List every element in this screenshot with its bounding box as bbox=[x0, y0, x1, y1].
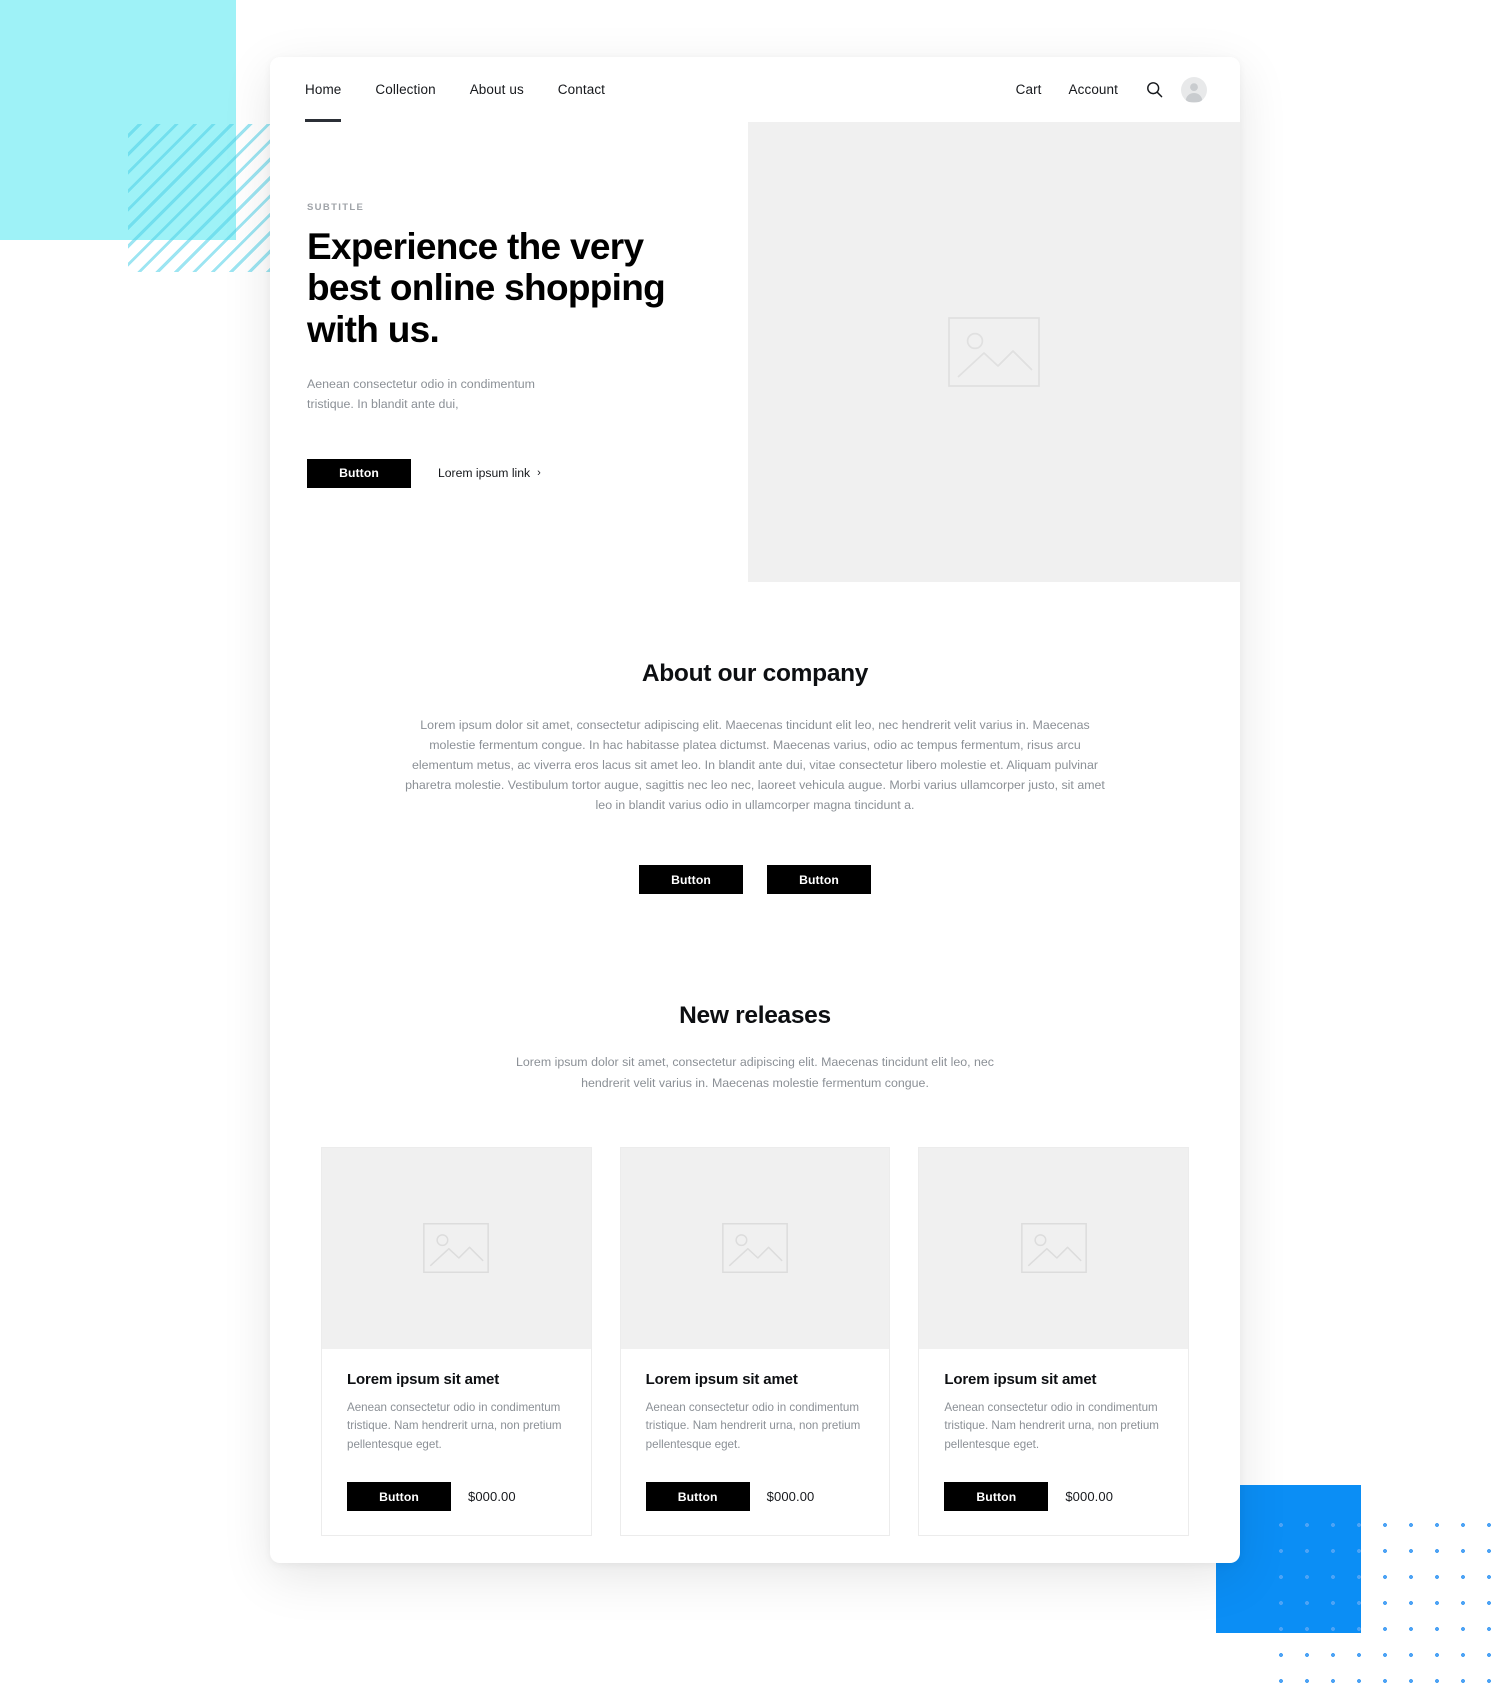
about-actions: Button Button bbox=[270, 865, 1240, 895]
product-body: Lorem ipsum sit amet Aenean consectetur … bbox=[621, 1349, 890, 1536]
nav-link-collection[interactable]: Collection bbox=[358, 57, 452, 122]
hero-subtitle: SUBTITLE bbox=[307, 202, 365, 213]
product-card[interactable]: Lorem ipsum sit amet Aenean consectetur … bbox=[918, 1146, 1190, 1537]
hero-title: Experience the very best online shopping… bbox=[307, 226, 666, 350]
hero-actions: Button Lorem ipsum link › bbox=[307, 458, 748, 488]
account-link[interactable]: Account bbox=[1069, 82, 1118, 97]
product-button[interactable]: Button bbox=[645, 1482, 750, 1512]
search-icon[interactable] bbox=[1146, 81, 1163, 98]
product-description: Aenean consectetur odio in condimentum t… bbox=[645, 1400, 861, 1451]
new-releases-section: New releases Lorem ipsum dolor sit amet,… bbox=[270, 894, 1240, 1537]
product-grid: Lorem ipsum sit amet Aenean consectetur … bbox=[321, 1146, 1190, 1537]
utility-nav: Cart Account bbox=[989, 76, 1207, 103]
about-heading: About our company bbox=[641, 660, 869, 687]
hero-primary-button[interactable]: Button bbox=[307, 458, 411, 488]
product-footer: Button $000.00 bbox=[347, 1482, 566, 1512]
cart-link[interactable]: Cart bbox=[1016, 82, 1042, 97]
hero-content: SUBTITLE Experience the very best online… bbox=[270, 122, 748, 582]
product-title: Lorem ipsum sit amet bbox=[347, 1370, 500, 1388]
product-title: Lorem ipsum sit amet bbox=[645, 1370, 798, 1388]
image-placeholder-icon bbox=[423, 1223, 490, 1274]
about-primary-button[interactable]: Button bbox=[639, 865, 743, 895]
decorative-cyan-square bbox=[0, 0, 236, 240]
product-card[interactable]: Lorem ipsum sit amet Aenean consectetur … bbox=[619, 1146, 891, 1537]
decorative-blue-dot-grid bbox=[1268, 1512, 1500, 1690]
about-body-text: Lorem ipsum dolor sit amet, consectetur … bbox=[405, 718, 1105, 813]
product-button[interactable]: Button bbox=[944, 1482, 1049, 1512]
primary-nav: Home Collection About us Contact bbox=[288, 57, 622, 122]
hero-image-placeholder bbox=[748, 122, 1240, 582]
avatar[interactable] bbox=[1181, 76, 1207, 103]
chevron-right-icon: › bbox=[537, 467, 541, 480]
nav-link-about-us[interactable]: About us bbox=[453, 57, 541, 122]
product-body: Lorem ipsum sit amet Aenean consectetur … bbox=[919, 1349, 1188, 1536]
product-price: $000.00 bbox=[468, 1489, 516, 1505]
product-image-placeholder bbox=[919, 1147, 1189, 1349]
product-image-placeholder bbox=[620, 1147, 890, 1349]
product-footer: Button $000.00 bbox=[645, 1482, 865, 1512]
decorative-cyan-stripes bbox=[128, 124, 270, 272]
hero-section: SUBTITLE Experience the very best online… bbox=[270, 122, 1240, 582]
product-button[interactable]: Button bbox=[347, 1482, 451, 1512]
image-placeholder-icon bbox=[948, 317, 1040, 387]
image-placeholder-icon bbox=[722, 1223, 788, 1274]
website-mockup-card: Home Collection About us Contact Cart Ac… bbox=[270, 57, 1240, 1563]
nav-link-home[interactable]: Home bbox=[288, 57, 358, 122]
product-description: Aenean consectetur odio in condimentum t… bbox=[347, 1400, 562, 1451]
hero-link-label: Lorem ipsum link bbox=[438, 466, 531, 481]
releases-body-text: Lorem ipsum dolor sit amet, consectetur … bbox=[516, 1055, 994, 1090]
hero-text-link[interactable]: Lorem ipsum link › bbox=[438, 466, 541, 480]
hero-description: Aenean consectetur odio in condimentum t… bbox=[307, 376, 535, 411]
nav-link-contact[interactable]: Contact bbox=[541, 57, 622, 122]
product-title: Lorem ipsum sit amet bbox=[944, 1370, 1097, 1388]
product-body: Lorem ipsum sit amet Aenean consectetur … bbox=[322, 1349, 591, 1536]
releases-heading: New releases bbox=[679, 1002, 831, 1030]
image-placeholder-icon bbox=[1020, 1223, 1087, 1274]
product-price: $000.00 bbox=[766, 1489, 815, 1505]
product-card[interactable]: Lorem ipsum sit amet Aenean consectetur … bbox=[321, 1146, 592, 1537]
product-price: $000.00 bbox=[1065, 1489, 1114, 1505]
product-description: Aenean consectetur odio in condimentum t… bbox=[944, 1400, 1159, 1451]
about-secondary-button[interactable]: Button bbox=[767, 865, 871, 895]
product-image-placeholder bbox=[322, 1147, 591, 1349]
product-footer: Button $000.00 bbox=[944, 1482, 1163, 1512]
navbar: Home Collection About us Contact Cart Ac… bbox=[270, 57, 1240, 122]
about-section: About our company Lorem ipsum dolor sit … bbox=[270, 582, 1240, 895]
